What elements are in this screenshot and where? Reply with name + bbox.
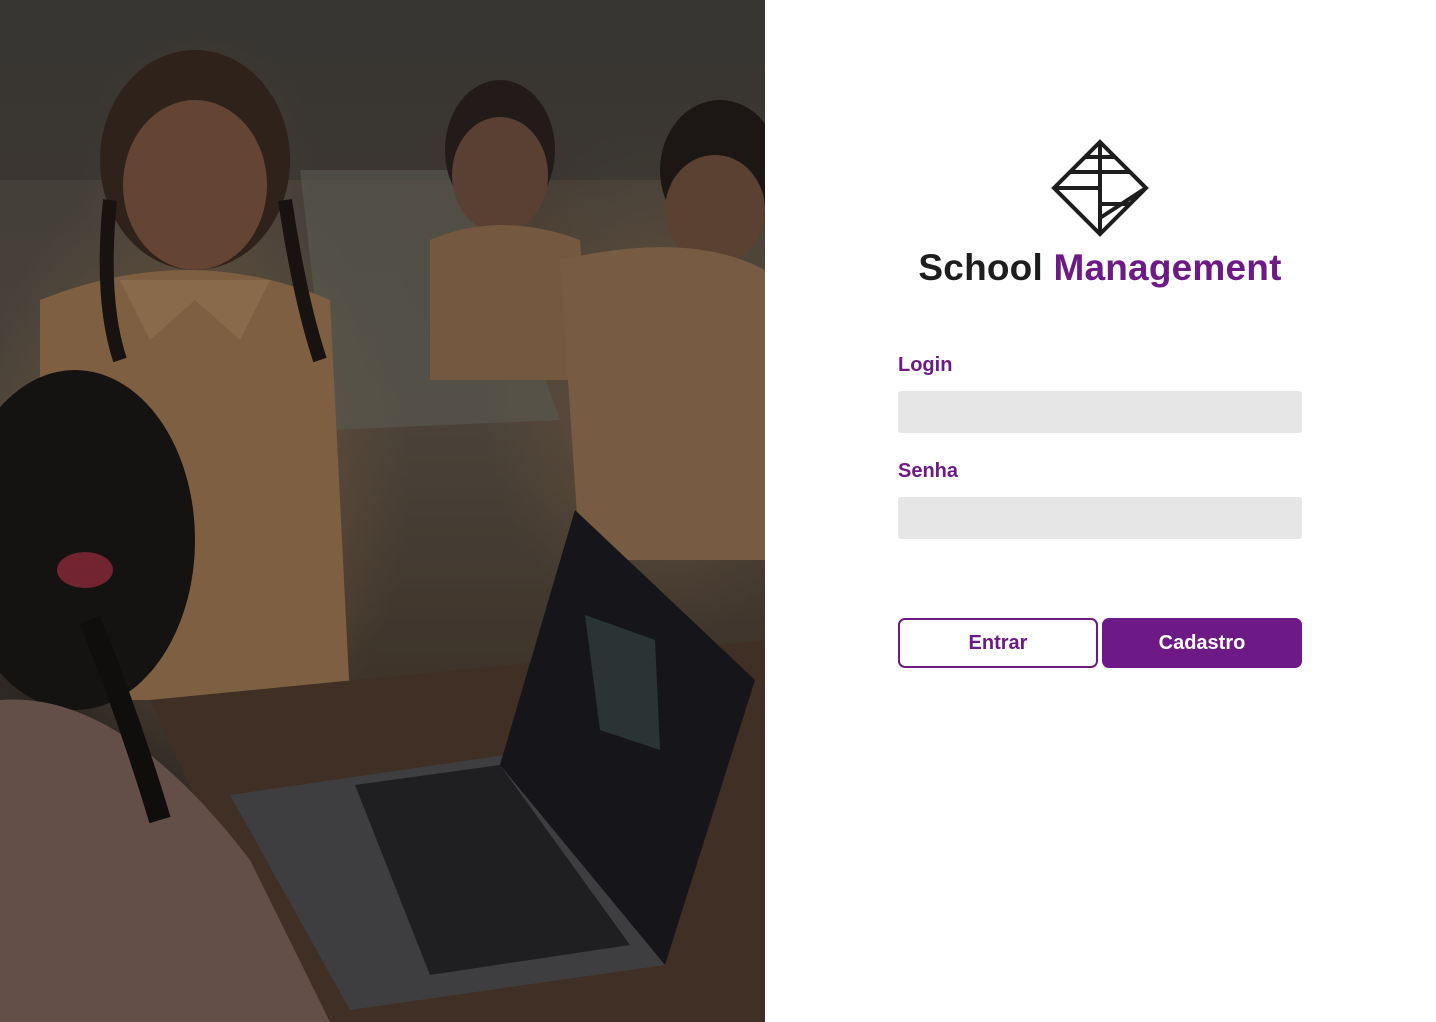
app-title-part2: Management [1053, 247, 1282, 288]
login-input[interactable] [898, 391, 1302, 433]
tangram-diamond-icon [1051, 139, 1149, 237]
app-title: School Management [898, 246, 1302, 290]
classroom-photo-illustration [0, 0, 765, 1022]
enter-button[interactable]: Entrar [898, 618, 1098, 668]
brand-block: School Management [898, 138, 1302, 290]
password-input[interactable] [898, 497, 1302, 539]
app-title-part1: School [918, 247, 1043, 288]
hero-photo [0, 0, 765, 1022]
register-button[interactable]: Cadastro [1102, 618, 1302, 668]
password-label: Senha [898, 460, 959, 482]
login-label: Login [898, 354, 953, 376]
